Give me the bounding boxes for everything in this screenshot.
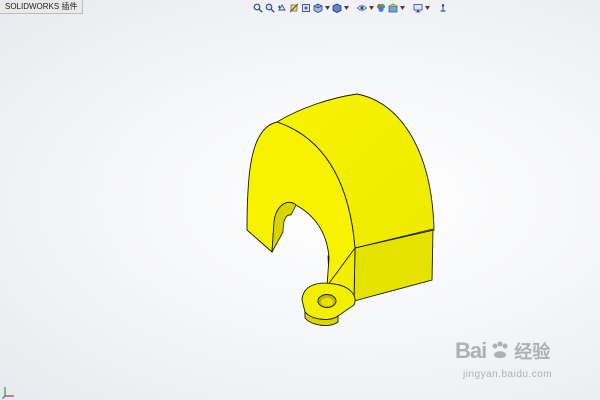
watermark-brand: Bai — [455, 338, 487, 363]
paw-icon — [492, 341, 508, 358]
watermark-product: 经验 — [514, 342, 551, 363]
watermark-url: jingyan.baidu.com — [463, 369, 553, 380]
reference-triad — [2, 387, 14, 399]
baidu-jingyan-watermark: Bai 经验 jingyan.baidu.com — [445, 333, 595, 388]
mounting-hole-inner — [321, 298, 333, 306]
z-axis-icon — [2, 395, 6, 399]
